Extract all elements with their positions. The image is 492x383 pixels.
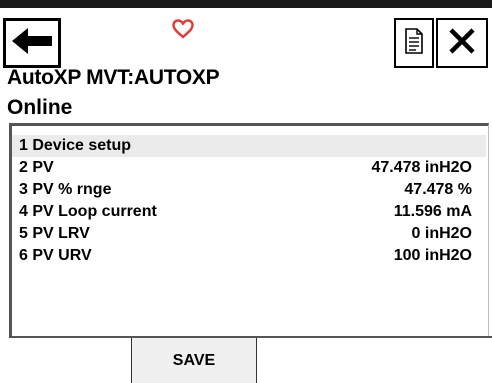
device-title: AutoXP MVT:AUTOXP	[7, 66, 220, 89]
menu-item-label: 5 PV LRV	[19, 225, 90, 242]
back-button[interactable]	[3, 18, 61, 68]
menu-list: 1 Device setup 2 PV 47.478 inH2O 3 PV % …	[9, 123, 489, 341]
menu-item-pv-lrv[interactable]: 5 PV LRV 0 inH2O	[12, 223, 486, 245]
close-icon	[448, 27, 476, 60]
bottom-toolbar: SAVE	[9, 336, 492, 383]
menu-item-label: 4 PV Loop current	[19, 203, 157, 220]
menu-item-value: 0 inH2O	[411, 225, 472, 242]
menu-item-pv-loop-current[interactable]: 4 PV Loop current 11.596 mA	[12, 201, 486, 223]
menu-item-value: 47.478 inH2O	[371, 159, 473, 176]
menu-item-value: 11.596 mA	[393, 203, 472, 220]
document-icon	[404, 27, 424, 59]
favorite-button[interactable]	[170, 18, 196, 44]
menu-item-label: 6 PV URV	[19, 247, 92, 264]
menu-item-pv-urv[interactable]: 6 PV URV 100 inH2O	[12, 245, 486, 267]
menu-item-pv-range[interactable]: 3 PV % rnge 47.478 %	[12, 179, 486, 201]
close-button[interactable]	[436, 18, 488, 68]
menu-item-label: 2 PV	[19, 159, 54, 176]
document-button[interactable]	[394, 18, 434, 68]
connection-status: Online	[7, 96, 73, 119]
top-toolbar	[0, 0, 492, 68]
menu-item-pv[interactable]: 2 PV 47.478 inH2O	[12, 157, 486, 179]
menu-item-value: 100 inH2O	[393, 247, 472, 264]
menu-item-device-setup[interactable]: 1 Device setup	[12, 135, 486, 157]
menu-item-label: 1 Device setup	[19, 137, 132, 154]
heart-outline-icon	[172, 18, 194, 44]
arrow-left-icon	[10, 26, 54, 61]
save-button[interactable]: SAVE	[131, 338, 257, 383]
menu-item-label: 3 PV % rnge	[19, 181, 112, 198]
menu-item-value: 47.478 %	[404, 181, 472, 198]
